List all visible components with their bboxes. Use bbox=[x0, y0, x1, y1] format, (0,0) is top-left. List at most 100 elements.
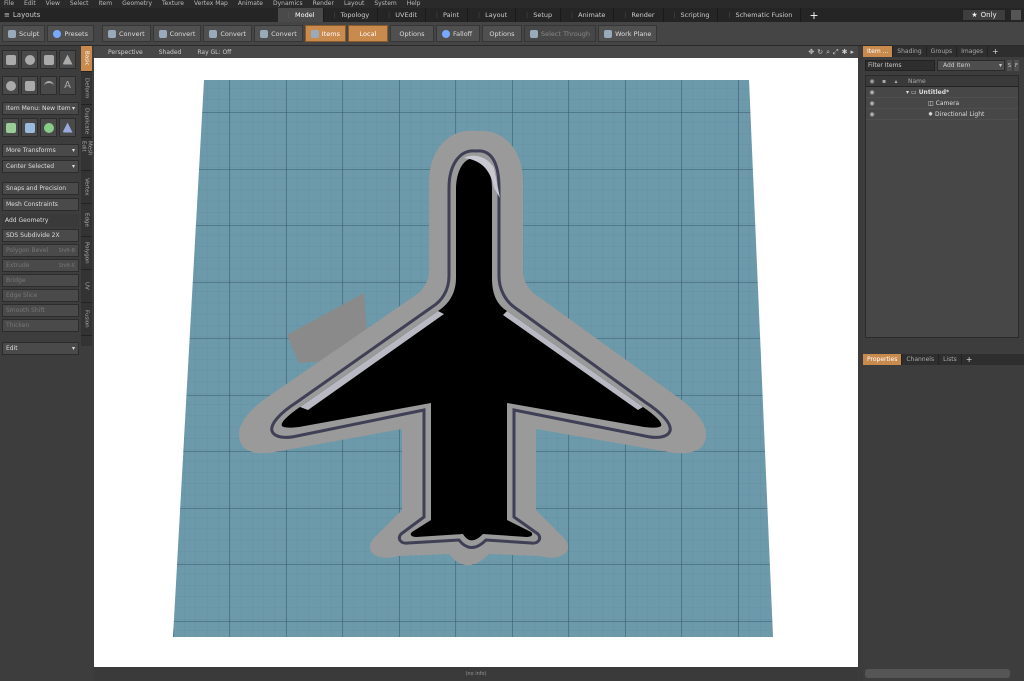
panel-tab[interactable]: Shading bbox=[893, 46, 927, 57]
orbit-icon[interactable]: ↻ bbox=[817, 48, 823, 56]
panel-tab[interactable]: Item ... bbox=[863, 46, 894, 57]
sculpt-button[interactable]: Sculpt bbox=[2, 25, 46, 42]
rotate-icon[interactable] bbox=[21, 118, 38, 137]
panel-tab[interactable]: Lists bbox=[939, 354, 962, 365]
maximize-icon[interactable] bbox=[1011, 10, 1021, 20]
panel-tab[interactable]: Properties bbox=[863, 354, 903, 365]
convert-button-4[interactable]: Convert bbox=[254, 25, 303, 42]
sphere-icon[interactable] bbox=[21, 50, 38, 69]
name-column-header[interactable]: Name bbox=[902, 78, 926, 85]
item-menu-dropdown[interactable]: Item Menu: New Item ▾ bbox=[2, 102, 79, 115]
convert-button-1[interactable]: Convert bbox=[101, 25, 151, 42]
snaps-button[interactable]: Snaps and Precision bbox=[2, 182, 79, 195]
move-icon[interactable] bbox=[2, 118, 19, 137]
eye-icon[interactable]: ◉ bbox=[866, 100, 878, 107]
menu-item[interactable]: File bbox=[4, 0, 14, 8]
transform-icon[interactable] bbox=[59, 118, 76, 137]
panel-tab[interactable]: Groups bbox=[927, 46, 958, 57]
chevron-right-icon[interactable]: ▸ bbox=[850, 48, 854, 56]
menu-item[interactable]: Dynamics bbox=[273, 0, 303, 8]
layout-tab[interactable]: ⋮ Scripting bbox=[664, 8, 719, 22]
shaded-menu[interactable]: Shaded bbox=[159, 49, 182, 56]
capsule-icon[interactable] bbox=[21, 76, 38, 95]
falloff-button[interactable]: Falloff bbox=[435, 25, 480, 42]
horizontal-scrollbar[interactable] bbox=[865, 669, 1010, 678]
options-button-2[interactable]: Options bbox=[481, 25, 522, 42]
pan-icon[interactable]: ✥ bbox=[808, 48, 814, 56]
side-tab[interactable]: Deform bbox=[81, 72, 92, 105]
side-tab[interactable]: Fusion bbox=[81, 303, 92, 336]
filter-toggle-icon[interactable]: F bbox=[1014, 60, 1019, 71]
eye-icon[interactable]: ◉ bbox=[866, 89, 878, 96]
side-tab[interactable]: UV bbox=[81, 270, 92, 303]
ray-gl-menu[interactable]: Ray GL: Off bbox=[197, 49, 231, 56]
side-tab[interactable]: Vertex bbox=[81, 171, 92, 204]
menu-item[interactable]: Edit bbox=[24, 0, 36, 8]
panel-tab[interactable]: Channels bbox=[902, 354, 940, 365]
mesh-constraints-button[interactable]: Mesh Constraints bbox=[2, 198, 79, 211]
smooth-shift-button[interactable]: Smooth Shift bbox=[2, 304, 79, 317]
layout-tab[interactable]: ⋮ Model bbox=[278, 8, 324, 22]
add-item-dropdown[interactable]: Add Item ▾ bbox=[937, 60, 1005, 71]
cylinder-icon[interactable] bbox=[40, 50, 57, 69]
cube-icon[interactable] bbox=[2, 50, 19, 69]
only-button[interactable]: ★ Only bbox=[962, 9, 1006, 21]
work-plane-button[interactable]: Work Plane bbox=[598, 25, 658, 42]
side-tab[interactable]: Mesh Edit bbox=[81, 138, 93, 171]
select-through-button[interactable]: Select Through bbox=[523, 25, 597, 42]
options-button-1[interactable]: Options bbox=[389, 25, 434, 42]
text-icon[interactable]: A bbox=[59, 76, 76, 95]
menu-item[interactable]: System bbox=[374, 0, 396, 8]
directional-light-row[interactable]: ◉ ✸ Directional Light bbox=[866, 109, 1018, 120]
layout-tab[interactable]: ⋮ Layout bbox=[468, 8, 517, 22]
search-toggle-icon[interactable]: S bbox=[1007, 60, 1012, 71]
layout-tab[interactable]: ⋮ UVEdit bbox=[378, 8, 427, 22]
sds-subdivide-button[interactable]: SDS Subdivide 2X bbox=[2, 229, 79, 242]
settings-icon[interactable]: ✱ bbox=[842, 48, 848, 56]
menu-item[interactable]: Animate bbox=[238, 0, 263, 8]
zoom-icon[interactable]: ⌕ bbox=[826, 48, 830, 57]
local-button[interactable]: Local bbox=[347, 25, 388, 42]
side-tab[interactable]: Edge bbox=[81, 204, 92, 237]
menu-item[interactable]: Item bbox=[98, 0, 112, 8]
chevron-down-icon[interactable]: ▾ bbox=[906, 89, 909, 96]
menu-item[interactable]: Vertex Map bbox=[194, 0, 228, 8]
layout-tab[interactable]: ⋮ Topology bbox=[324, 8, 379, 22]
layouts-menu[interactable]: ≡ Layouts bbox=[0, 11, 278, 19]
torus-icon[interactable] bbox=[2, 76, 19, 95]
menu-item[interactable]: Help bbox=[407, 0, 421, 8]
layout-tab[interactable]: ⋮ Schematic Fusion bbox=[718, 8, 802, 22]
menu-item[interactable]: View bbox=[46, 0, 60, 8]
3d-viewport[interactable] bbox=[94, 58, 858, 667]
layout-tab[interactable]: ⋮ Paint bbox=[426, 8, 469, 22]
layout-tab[interactable]: ⋮ Animate bbox=[561, 8, 615, 22]
curve-icon[interactable] bbox=[40, 76, 57, 95]
side-tab[interactable]: Duplicate bbox=[81, 105, 92, 138]
layout-tab[interactable]: ⋮ Render bbox=[614, 8, 664, 22]
menu-item[interactable]: Select bbox=[70, 0, 89, 8]
items-button[interactable]: Items bbox=[304, 25, 346, 42]
polygon-bevel-button[interactable]: Polygon Bevel Shift-B bbox=[2, 244, 79, 257]
eye-icon[interactable]: ◉ bbox=[866, 111, 878, 118]
cone-icon[interactable] bbox=[59, 50, 76, 69]
scene-root-row[interactable]: ◉ ▾ ▭ Untitled* bbox=[866, 87, 1018, 98]
add-tab-plus-icon[interactable]: + bbox=[988, 46, 1003, 57]
perspective-menu[interactable]: Perspective bbox=[108, 49, 143, 56]
more-transforms-dropdown[interactable]: More Transforms ▾ bbox=[2, 144, 79, 157]
menu-item[interactable]: Texture bbox=[162, 0, 184, 8]
menu-item[interactable]: Render bbox=[313, 0, 334, 8]
edge-slice-button[interactable]: Edge Slice bbox=[2, 289, 79, 302]
menu-item[interactable]: Geometry bbox=[122, 0, 152, 8]
filter-items-input[interactable]: Filter Items bbox=[865, 60, 935, 71]
convert-button-3[interactable]: Convert bbox=[203, 25, 253, 42]
add-tab-plus-icon[interactable]: + bbox=[962, 354, 977, 365]
camera-row[interactable]: ◉ ◫ Camera bbox=[866, 98, 1018, 109]
side-tab[interactable]: Polygon bbox=[81, 237, 92, 270]
convert-button-2[interactable]: Convert bbox=[152, 25, 202, 42]
side-tab[interactable]: Basic bbox=[81, 46, 92, 72]
thicken-button[interactable]: Thicken bbox=[2, 319, 79, 332]
maximize-icon[interactable]: ⤢ bbox=[833, 48, 839, 57]
scale-icon[interactable] bbox=[40, 118, 57, 137]
menu-item[interactable]: Layout bbox=[344, 0, 364, 8]
center-selected-dropdown[interactable]: Center Selected ▾ bbox=[2, 160, 79, 173]
